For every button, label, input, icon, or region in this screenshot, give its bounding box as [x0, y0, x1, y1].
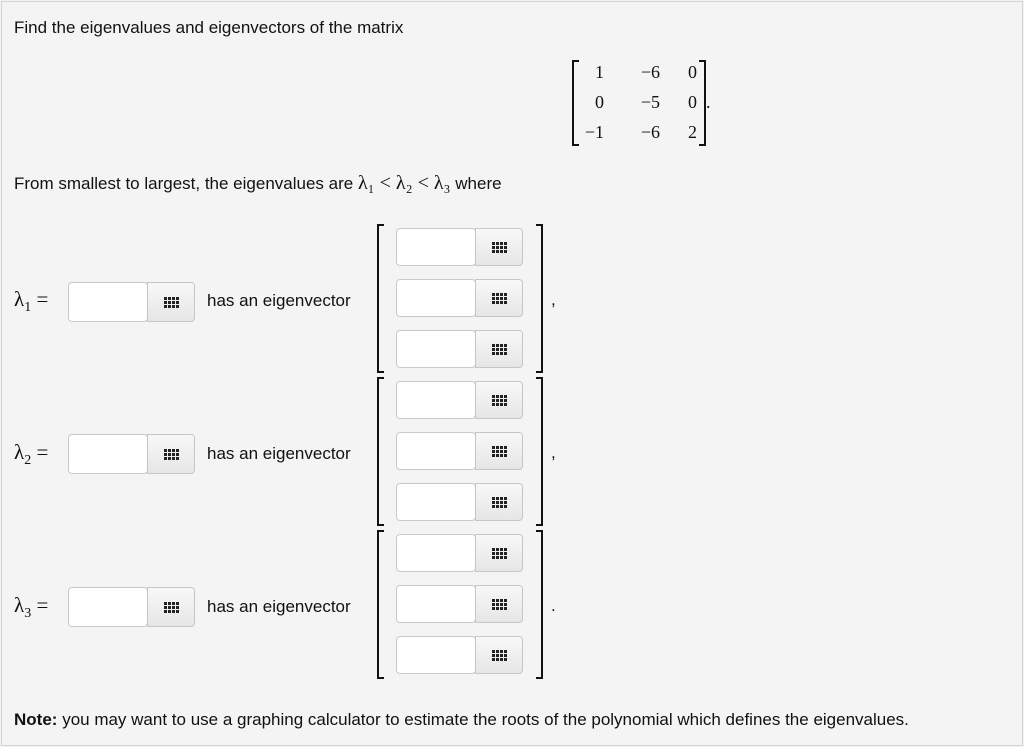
matrix-cell: 1	[595, 62, 604, 82]
vector-3-entry-2-calc-button[interactable]	[475, 585, 523, 623]
vector-1-punct: ,	[551, 290, 556, 309]
vector-2-entry-3-calc-button[interactable]	[475, 483, 523, 521]
matrix-cell: −6	[640, 62, 660, 82]
vector-1-entry-2[interactable]	[396, 279, 476, 317]
vector-1-entry-1[interactable]	[396, 228, 476, 266]
vector-1-entry-1-calc-button[interactable]	[475, 228, 523, 266]
vector-2-entry-3[interactable]	[396, 483, 476, 521]
vector-3-right-bracket	[536, 530, 543, 679]
matrix-cell: −1	[584, 122, 604, 142]
question-panel	[1, 1, 1023, 746]
lambda-3-input[interactable]	[68, 587, 148, 627]
has-eigenvector-text: has an eigenvector	[207, 291, 351, 310]
vector-1-entry-3-calc-button[interactable]	[475, 330, 523, 368]
grid-icon	[491, 445, 507, 457]
grid-icon	[491, 394, 507, 406]
grid-icon	[491, 598, 507, 610]
lambda-1-calc-button[interactable]	[147, 282, 195, 322]
lambda-1-input[interactable]	[68, 282, 148, 322]
has-eigenvector-text: has an eigenvector	[207, 444, 351, 463]
grid-icon	[163, 601, 179, 613]
grid-icon	[491, 292, 507, 304]
eigen-order: λ₁ < λ₂ < λ₃	[357, 172, 451, 194]
matrix: 1 −6 0 0 −5 0 −1 −6 2 .	[572, 58, 712, 150]
vector-1-entry-2-calc-button[interactable]	[475, 279, 523, 317]
matrix-period: .	[706, 92, 711, 112]
lambda-1-label: λ1 =	[14, 287, 49, 316]
matrix-cell: 0	[595, 92, 604, 112]
vector-1-entry-3[interactable]	[396, 330, 476, 368]
grid-icon	[491, 649, 507, 661]
matrix-right-bracket	[699, 60, 706, 146]
matrix-cell: −5	[640, 92, 660, 112]
vector-3-entry-3-calc-button[interactable]	[475, 636, 523, 674]
vector-2-right-bracket	[536, 377, 543, 526]
grid-icon	[491, 343, 507, 355]
grid-icon	[491, 496, 507, 508]
eigen-intro-line: From smallest to largest, the eigenvalue…	[14, 172, 502, 195]
matrix-cell: −6	[640, 122, 660, 142]
grid-icon	[491, 241, 507, 253]
vector-2-punct: ,	[551, 443, 556, 462]
grid-icon	[163, 448, 179, 460]
note-text: you may want to use a graphing calculato…	[62, 710, 909, 729]
vector-2-entry-1[interactable]	[396, 381, 476, 419]
vector-2-entry-1-calc-button[interactable]	[475, 381, 523, 419]
matrix-cell: 0	[688, 92, 697, 112]
vector-1-right-bracket	[536, 224, 543, 373]
lambda-3-calc-button[interactable]	[147, 587, 195, 627]
vector-2-entry-2-calc-button[interactable]	[475, 432, 523, 470]
vector-2-entry-2[interactable]	[396, 432, 476, 470]
vector-3-entry-1[interactable]	[396, 534, 476, 572]
vector-3-entry-1-calc-button[interactable]	[475, 534, 523, 572]
note: Note: you may want to use a graphing cal…	[14, 710, 909, 730]
lambda-2-label: λ2 =	[14, 440, 49, 469]
vector-3-punct: .	[551, 596, 556, 615]
matrix-cell: 0	[688, 62, 697, 82]
lambda-3-label: λ3 =	[14, 593, 49, 622]
has-eigenvector-text: has an eigenvector	[207, 597, 351, 616]
vector-2-left-bracket	[377, 377, 384, 526]
vector-1-left-bracket	[377, 224, 384, 373]
vector-3-left-bracket	[377, 530, 384, 679]
vector-3-entry-2[interactable]	[396, 585, 476, 623]
lambda-2-calc-button[interactable]	[147, 434, 195, 474]
grid-icon	[491, 547, 507, 559]
grid-icon	[163, 296, 179, 308]
eigen-intro-text: From smallest to largest, the eigenvalue…	[14, 174, 354, 193]
lambda-2-input[interactable]	[68, 434, 148, 474]
eigen-where: where	[455, 174, 502, 193]
note-label: Note:	[14, 710, 58, 729]
question-prompt: Find the eigenvalues and eigenvectors of…	[14, 18, 404, 37]
matrix-cell: 2	[688, 122, 697, 142]
vector-3-entry-3[interactable]	[396, 636, 476, 674]
